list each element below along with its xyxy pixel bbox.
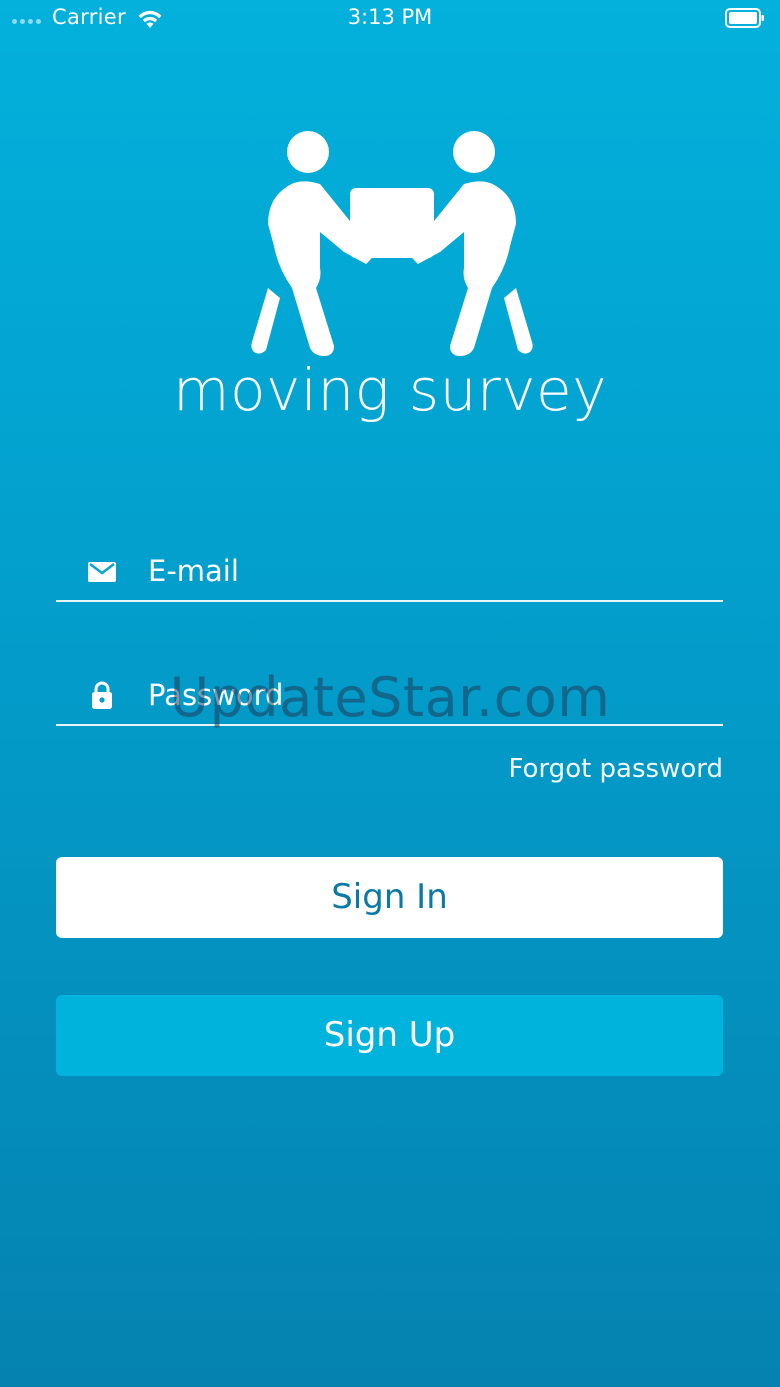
email-field[interactable]: E-mail <box>56 530 723 602</box>
sign-in-button[interactable]: Sign In <box>56 857 723 938</box>
password-field[interactable]: Password <box>56 654 723 726</box>
password-placeholder: Password <box>148 678 284 712</box>
sign-up-button[interactable]: Sign Up <box>56 995 723 1076</box>
two-people-carrying-box-icon <box>251 131 533 356</box>
battery-icon <box>725 8 764 28</box>
forgot-password-link[interactable]: Forgot password <box>509 754 723 784</box>
status-bar: Carrier 3:13 PM <box>0 0 780 40</box>
clock: 3:13 PM <box>347 5 433 29</box>
app-brand-name: moving survey <box>172 356 608 424</box>
mail-icon <box>88 562 116 582</box>
email-placeholder: E-mail <box>148 554 239 588</box>
lock-icon <box>92 681 112 709</box>
